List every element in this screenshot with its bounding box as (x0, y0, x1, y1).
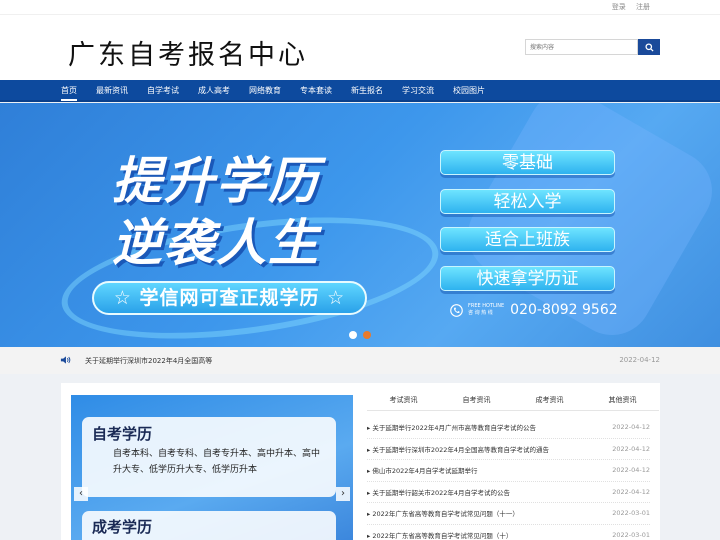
news-title-text: 关于延期举行韶关市2022年4月自学考试的公告 (372, 488, 511, 497)
nav-study-exchange[interactable]: 学习交流 (402, 80, 434, 102)
nav-combined-degree[interactable]: 专本套读 (300, 80, 332, 102)
news-item[interactable]: ▸ 2022年广东省高等教育自学考试常见问题（十一） 2022-03-01 (367, 503, 650, 525)
news-date: 2022-04-12 (612, 423, 650, 432)
news-title-text: 关于延期举行深圳市2022年4月全国高等教育自学考试的通告 (372, 445, 550, 454)
nav-adult-exam[interactable]: 成人高考 (198, 80, 230, 102)
news-title: ▸ 佛山市2022年4月自学考试延期举行 (367, 467, 478, 476)
top-bar: 登录 注册 (0, 0, 720, 14)
account-links: 登录 注册 (604, 2, 650, 12)
login-link[interactable]: 登录 (612, 3, 626, 11)
hero-banner[interactable]: 提升学历 逆袭人生 ☆ 学信网可查正规学历 ☆ 零基础 轻松入学 适合上班族 快… (0, 103, 720, 347)
news-date: 2022-03-01 (612, 530, 650, 539)
news-title: ▸ 关于延期举行2022年4月广州市高等教育自学考试的公告 (367, 424, 537, 433)
tab-exam-news[interactable]: 考试资讯 (367, 395, 440, 410)
carousel-dot-2[interactable] (363, 331, 371, 339)
banner-feature-4: 快速拿学历证 (440, 266, 615, 291)
phone-icon (450, 303, 463, 317)
speaker-icon (60, 356, 71, 364)
nav-online-education[interactable]: 网络教育 (249, 80, 281, 102)
news-item[interactable]: ▸ 关于延期举行韶关市2022年4月自学考试的公告 2022-04-12 (367, 482, 650, 503)
nav-enrollment[interactable]: 新生报名 (351, 80, 383, 102)
news-date: 2022-03-01 (612, 509, 650, 518)
hotline-label: FREE HOTLINE 咨 询 热 线 (468, 303, 504, 317)
news-list: ▸ 关于延期举行2022年4月广州市高等教育自学考试的公告 2022-04-12 … (367, 417, 650, 540)
news-title: ▸ 2022年广东省高等教育自学考试常见问题（十一） (367, 510, 519, 519)
promo-prev-arrow[interactable]: ‹ (74, 487, 88, 501)
carousel-dots (349, 331, 377, 339)
banner-headline-2: 逆袭人生 (112, 214, 320, 272)
hotline: FREE HOTLINE 咨 询 热 线 020-8092 9562 (450, 302, 618, 318)
news-tabs: 考试资讯 自考资讯 成考资讯 其他资讯 (367, 395, 659, 411)
news-date: 2022-04-12 (612, 487, 650, 496)
promo-title-2: 成考学历 (92, 518, 153, 536)
news-date: 2022-04-12 (612, 444, 650, 453)
nav-campus-photos[interactable]: 校园图片 (453, 80, 485, 102)
carousel-dot-1[interactable] (349, 331, 357, 339)
search-input[interactable] (525, 39, 638, 55)
news-title-text: 关于延期举行2022年4月广州市高等教育自学考试的公告 (372, 424, 537, 433)
search-box (525, 39, 660, 55)
hotline-cn: 咨 询 热 线 (468, 310, 493, 316)
promo-description-1: 自考本科、自考专科、自考专升本、高中升本、高中升大专、低学历升大专、低学历升本 (113, 449, 321, 475)
news-title-text: 2022年广东省高等教育自学考试常见问题（十一） (372, 510, 519, 519)
content-panel: 自考学历 自考本科、自考专科、自考专升本、高中升本、高中升大专、低学历升大专、低… (61, 383, 660, 540)
tab-self-study-news[interactable]: 自考资讯 (440, 395, 513, 410)
banner-feature-2: 轻松入学 (440, 189, 615, 214)
news-item[interactable]: ▸ 关于延期举行深圳市2022年4月全国高等教育自学考试的通告 2022-04-1… (367, 439, 650, 460)
news-title-text: 佛山市2022年4月自学考试延期举行 (372, 467, 478, 476)
banner-pill: ☆ 学信网可查正规学历 ☆ (92, 281, 367, 315)
banner-feature-1: 零基础 (440, 150, 615, 175)
hotline-number: 020-8092 9562 (510, 302, 618, 318)
nav-latest-news[interactable]: 最新资讯 (96, 80, 128, 102)
search-icon (644, 42, 654, 52)
banner-feature-3: 适合上班族 (440, 227, 615, 252)
site-logo[interactable]: 广东自考报名中心 (68, 33, 308, 72)
news-item[interactable]: ▸ 佛山市2022年4月自学考试延期举行 2022-04-12 (367, 460, 650, 482)
search-button[interactable] (638, 39, 660, 55)
tab-other-news[interactable]: 其他资讯 (586, 395, 659, 410)
news-title: ▸ 关于延期举行深圳市2022年4月全国高等教育自学考试的通告 (367, 445, 550, 454)
notice-text[interactable]: 关于延期举行深圳市2022年4月全国高等 (85, 356, 212, 366)
nav-self-study-exam[interactable]: 自学考试 (147, 80, 179, 102)
hotline-en: FREE HOTLINE (468, 303, 505, 309)
news-title-text: 2022年广东省高等教育自学考试常见问题（十） (372, 531, 513, 540)
news-item[interactable]: ▸ 2022年广东省高等教育自学考试常见问题（十） 2022-03-01 (367, 525, 650, 540)
news-title: ▸ 关于延期举行韶关市2022年4月自学考试的公告 (367, 488, 511, 497)
promo-title-1: 自考学历 (92, 425, 153, 443)
promo-slider[interactable]: 自考学历 自考本科、自考专科、自考专升本、高中升本、高中升大专、低学历升大专、低… (71, 395, 353, 540)
news-title: ▸ 2022年广东省高等教育自学考试常见问题（十） (367, 531, 513, 540)
promo-next-arrow[interactable]: › (336, 487, 350, 501)
site-header: 广东自考报名中心 (0, 14, 720, 80)
notice-date: 2022-04-12 (619, 356, 660, 364)
notice-bar: 关于延期举行深圳市2022年4月全国高等 2022-04-12 (0, 347, 720, 374)
main-nav: 首页 最新资讯 自学考试 成人高考 网络教育 专本套读 新生报名 学习交流 校园… (0, 80, 720, 102)
nav-home[interactable]: 首页 (61, 80, 77, 102)
tab-adult-exam-news[interactable]: 成考资讯 (513, 395, 586, 410)
register-link[interactable]: 注册 (636, 3, 650, 11)
news-date: 2022-04-12 (612, 466, 650, 475)
news-item[interactable]: ▸ 关于延期举行2022年4月广州市高等教育自学考试的公告 2022-04-12 (367, 417, 650, 439)
